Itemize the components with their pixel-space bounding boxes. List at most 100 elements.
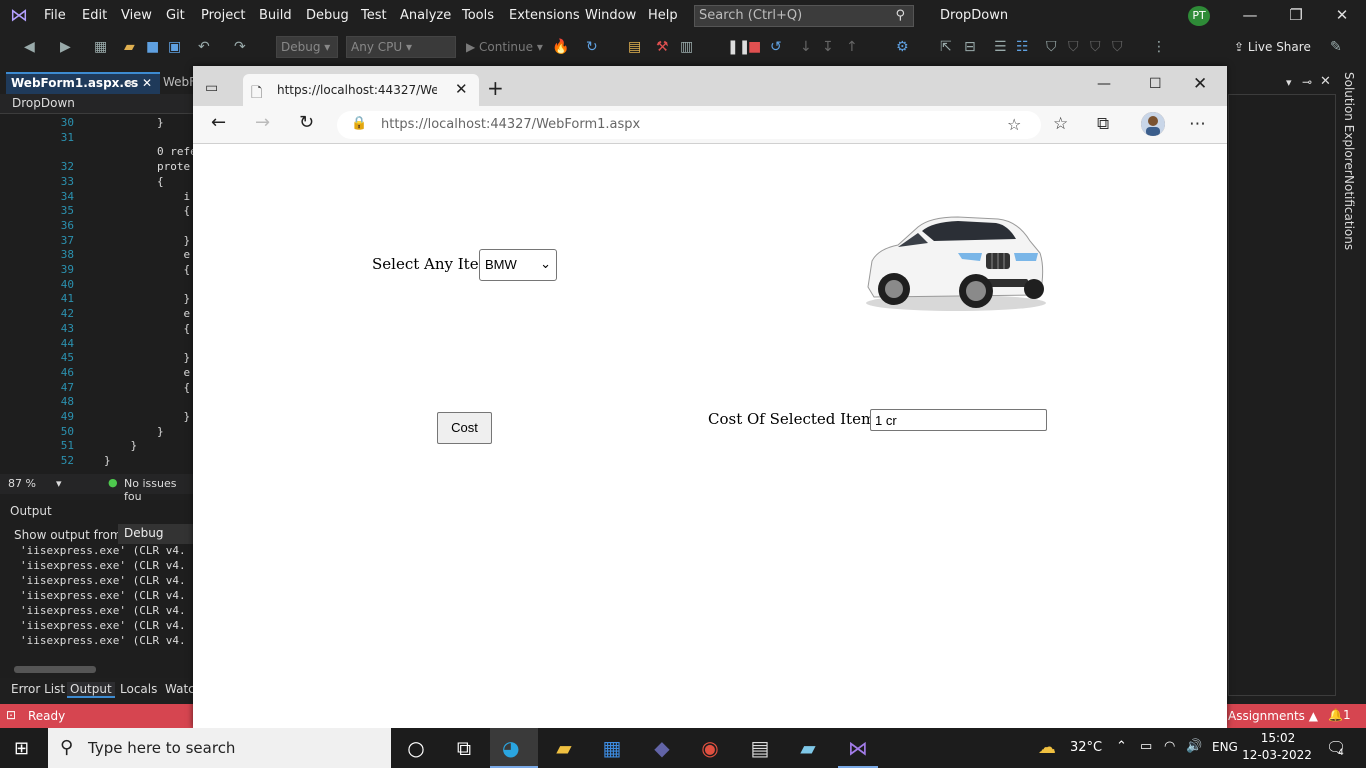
tab-actions-icon[interactable]: ▭ bbox=[205, 80, 218, 96]
code-line[interactable]: e bbox=[104, 248, 190, 261]
zoom-dropdown-icon[interactable]: ▾ bbox=[56, 477, 62, 490]
temperature[interactable]: 32°C bbox=[1070, 740, 1102, 755]
browse-icon[interactable]: ▤ bbox=[628, 39, 641, 55]
weather-icon[interactable]: ☁ bbox=[1038, 737, 1056, 758]
nav-project-dropdown[interactable]: DropDown bbox=[12, 96, 75, 110]
show-hidden-icons-icon[interactable]: ⌃ bbox=[1116, 739, 1127, 754]
code-line[interactable]: e bbox=[104, 366, 190, 379]
menu-build[interactable]: Build bbox=[259, 8, 292, 23]
code-line[interactable]: } bbox=[104, 234, 190, 247]
visual-studio-taskbar-icon[interactable]: ⋈ bbox=[838, 736, 878, 768]
forward-arrow-icon[interactable]: → bbox=[255, 112, 270, 133]
more-options-icon[interactable]: ⋯ bbox=[1189, 114, 1206, 134]
horizontal-scrollbar[interactable] bbox=[14, 666, 96, 673]
config-dropdown[interactable]: Debug ▾ bbox=[276, 36, 338, 58]
live-share-button[interactable]: ⇪ Live Share bbox=[1234, 40, 1311, 54]
code-line[interactable]: } bbox=[104, 439, 137, 452]
step-into-icon[interactable]: ↓ bbox=[800, 39, 812, 55]
step-over-icon[interactable]: ↧ bbox=[822, 39, 834, 55]
code-line[interactable]: 0 referer bbox=[104, 145, 194, 158]
clock-time[interactable]: 15:02 bbox=[1250, 731, 1306, 745]
browser-tab[interactable]: 🗋 https://localhost:44327/WebForm ✕ bbox=[243, 74, 479, 106]
clock-date[interactable]: 12-03-2022 bbox=[1242, 748, 1312, 762]
tab-watch[interactable]: Watc bbox=[165, 682, 195, 696]
prev-bookmark-icon[interactable]: ⛉ bbox=[1068, 39, 1079, 55]
stop-icon[interactable]: ■ bbox=[748, 39, 761, 55]
chrome-icon[interactable]: ◉ bbox=[690, 736, 730, 760]
back-nav-icon[interactable]: ◀ bbox=[24, 39, 35, 55]
favorites-icon[interactable]: ☆ bbox=[1053, 114, 1068, 134]
outdent-icon[interactable]: ☷ bbox=[1016, 39, 1029, 55]
code-line[interactable]: { bbox=[104, 175, 164, 188]
select-icon[interactable]: ⇱ bbox=[940, 39, 952, 55]
profile-avatar[interactable] bbox=[1141, 112, 1165, 136]
panel-close-icon[interactable]: ✕ bbox=[1320, 74, 1331, 89]
more-toolbar-icon[interactable]: ⋮ bbox=[1152, 39, 1166, 55]
close-icon[interactable]: ✕ bbox=[1328, 6, 1356, 24]
file-explorer-icon[interactable]: ▰ bbox=[544, 736, 584, 760]
reload-icon[interactable]: ↻ bbox=[299, 112, 314, 133]
menu-view[interactable]: View bbox=[121, 8, 152, 23]
code-line[interactable]: } bbox=[104, 454, 111, 467]
code-editor[interactable]: 30 } 31 0 referer 32 prote 33 {34 i 35 {3637… bbox=[0, 114, 194, 474]
code-line[interactable]: } bbox=[104, 351, 190, 364]
item-dropdown[interactable]: BMW ⌄ bbox=[479, 249, 557, 281]
step-out-icon[interactable]: ↑ bbox=[846, 39, 858, 55]
bookmark-icon[interactable]: ⛉ bbox=[1046, 39, 1057, 55]
tab-close-icon[interactable]: ✕ bbox=[455, 80, 468, 98]
lock-icon[interactable]: 🔒 bbox=[351, 116, 367, 131]
continue-button[interactable]: ▶ Continue ▾ bbox=[466, 40, 543, 54]
code-line[interactable]: } bbox=[104, 292, 190, 305]
pin-icon[interactable]: ⊸ bbox=[124, 76, 134, 90]
redo-icon[interactable]: ↷ bbox=[234, 39, 246, 55]
indent-icon[interactable]: ☰ bbox=[994, 39, 1007, 55]
menu-help[interactable]: Help bbox=[648, 8, 678, 23]
save-all-icon[interactable]: ▣ bbox=[168, 39, 181, 55]
diagnostics-icon[interactable]: ⚙ bbox=[896, 39, 909, 55]
vs-search-input[interactable]: Search (Ctrl+Q) ⚲ bbox=[694, 5, 914, 27]
refresh-icon[interactable]: ↻ bbox=[586, 39, 598, 55]
tab-output[interactable]: Output bbox=[67, 682, 115, 698]
code-line[interactable]: { bbox=[104, 381, 190, 394]
browser-close-icon[interactable]: ✕ bbox=[1193, 74, 1207, 94]
address-bar[interactable]: 🔒 https://localhost:44327/WebForm1.aspx … bbox=[337, 111, 1041, 139]
tab-locals[interactable]: Locals bbox=[120, 682, 157, 696]
editor-tab-second[interactable]: WebF bbox=[163, 75, 196, 89]
menu-git[interactable]: Git bbox=[166, 8, 185, 23]
platform-dropdown[interactable]: Any CPU ▾ bbox=[346, 36, 456, 58]
taskbar-search-box[interactable]: ⚲ Type here to search bbox=[48, 728, 391, 768]
editor-tab-active[interactable]: WebForm1.aspx.cs ⊸ ✕ bbox=[6, 72, 160, 94]
tab-close-icon[interactable]: ✕ bbox=[142, 76, 152, 90]
task-view-icon[interactable]: ⧉ bbox=[444, 736, 484, 760]
teams-icon[interactable]: ◆ bbox=[642, 736, 682, 760]
code-line[interactable]: prote bbox=[104, 160, 190, 173]
cortana-icon[interactable]: ○ bbox=[396, 736, 436, 760]
url-text[interactable]: https://localhost:44327/WebForm1.aspx bbox=[381, 117, 640, 132]
tab-solution-explorer[interactable]: Solution Explorer bbox=[1342, 72, 1356, 175]
user-avatar[interactable]: PT bbox=[1188, 6, 1210, 26]
new-project-icon[interactable]: ▦ bbox=[94, 39, 107, 55]
panel-dropdown-icon[interactable]: ▾ bbox=[1286, 76, 1292, 89]
cost-button[interactable]: Cost bbox=[437, 412, 492, 444]
menu-test[interactable]: Test bbox=[361, 8, 387, 23]
restore-icon[interactable]: ❐ bbox=[1282, 6, 1310, 24]
undo-icon[interactable]: ↶ bbox=[198, 39, 210, 55]
align-icon[interactable]: ⊟ bbox=[964, 39, 976, 55]
code-line[interactable]: { bbox=[104, 322, 190, 335]
menu-project[interactable]: Project bbox=[201, 8, 245, 23]
open-folder-icon[interactable]: ▰ bbox=[124, 39, 135, 55]
next-bookmark-icon[interactable]: ⛉ bbox=[1090, 39, 1101, 55]
code-line[interactable]: i bbox=[104, 190, 190, 203]
language-indicator[interactable]: ENG bbox=[1212, 740, 1238, 754]
menu-file[interactable]: File bbox=[44, 8, 66, 23]
notification-bell-icon[interactable]: 🔔1 bbox=[1328, 708, 1351, 722]
wifi-icon[interactable]: ◠ bbox=[1164, 739, 1175, 754]
cost-input[interactable] bbox=[870, 409, 1047, 431]
menu-extensions[interactable]: Extensions bbox=[509, 8, 580, 23]
forward-nav-icon[interactable]: ▶ bbox=[60, 39, 71, 55]
tab-notifications[interactable]: Notifications bbox=[1342, 175, 1356, 250]
code-line[interactable]: } bbox=[104, 410, 190, 423]
back-arrow-icon[interactable]: ← bbox=[211, 112, 226, 133]
battery-icon[interactable]: ▭ bbox=[1140, 739, 1152, 754]
code-line[interactable]: } bbox=[104, 425, 164, 438]
